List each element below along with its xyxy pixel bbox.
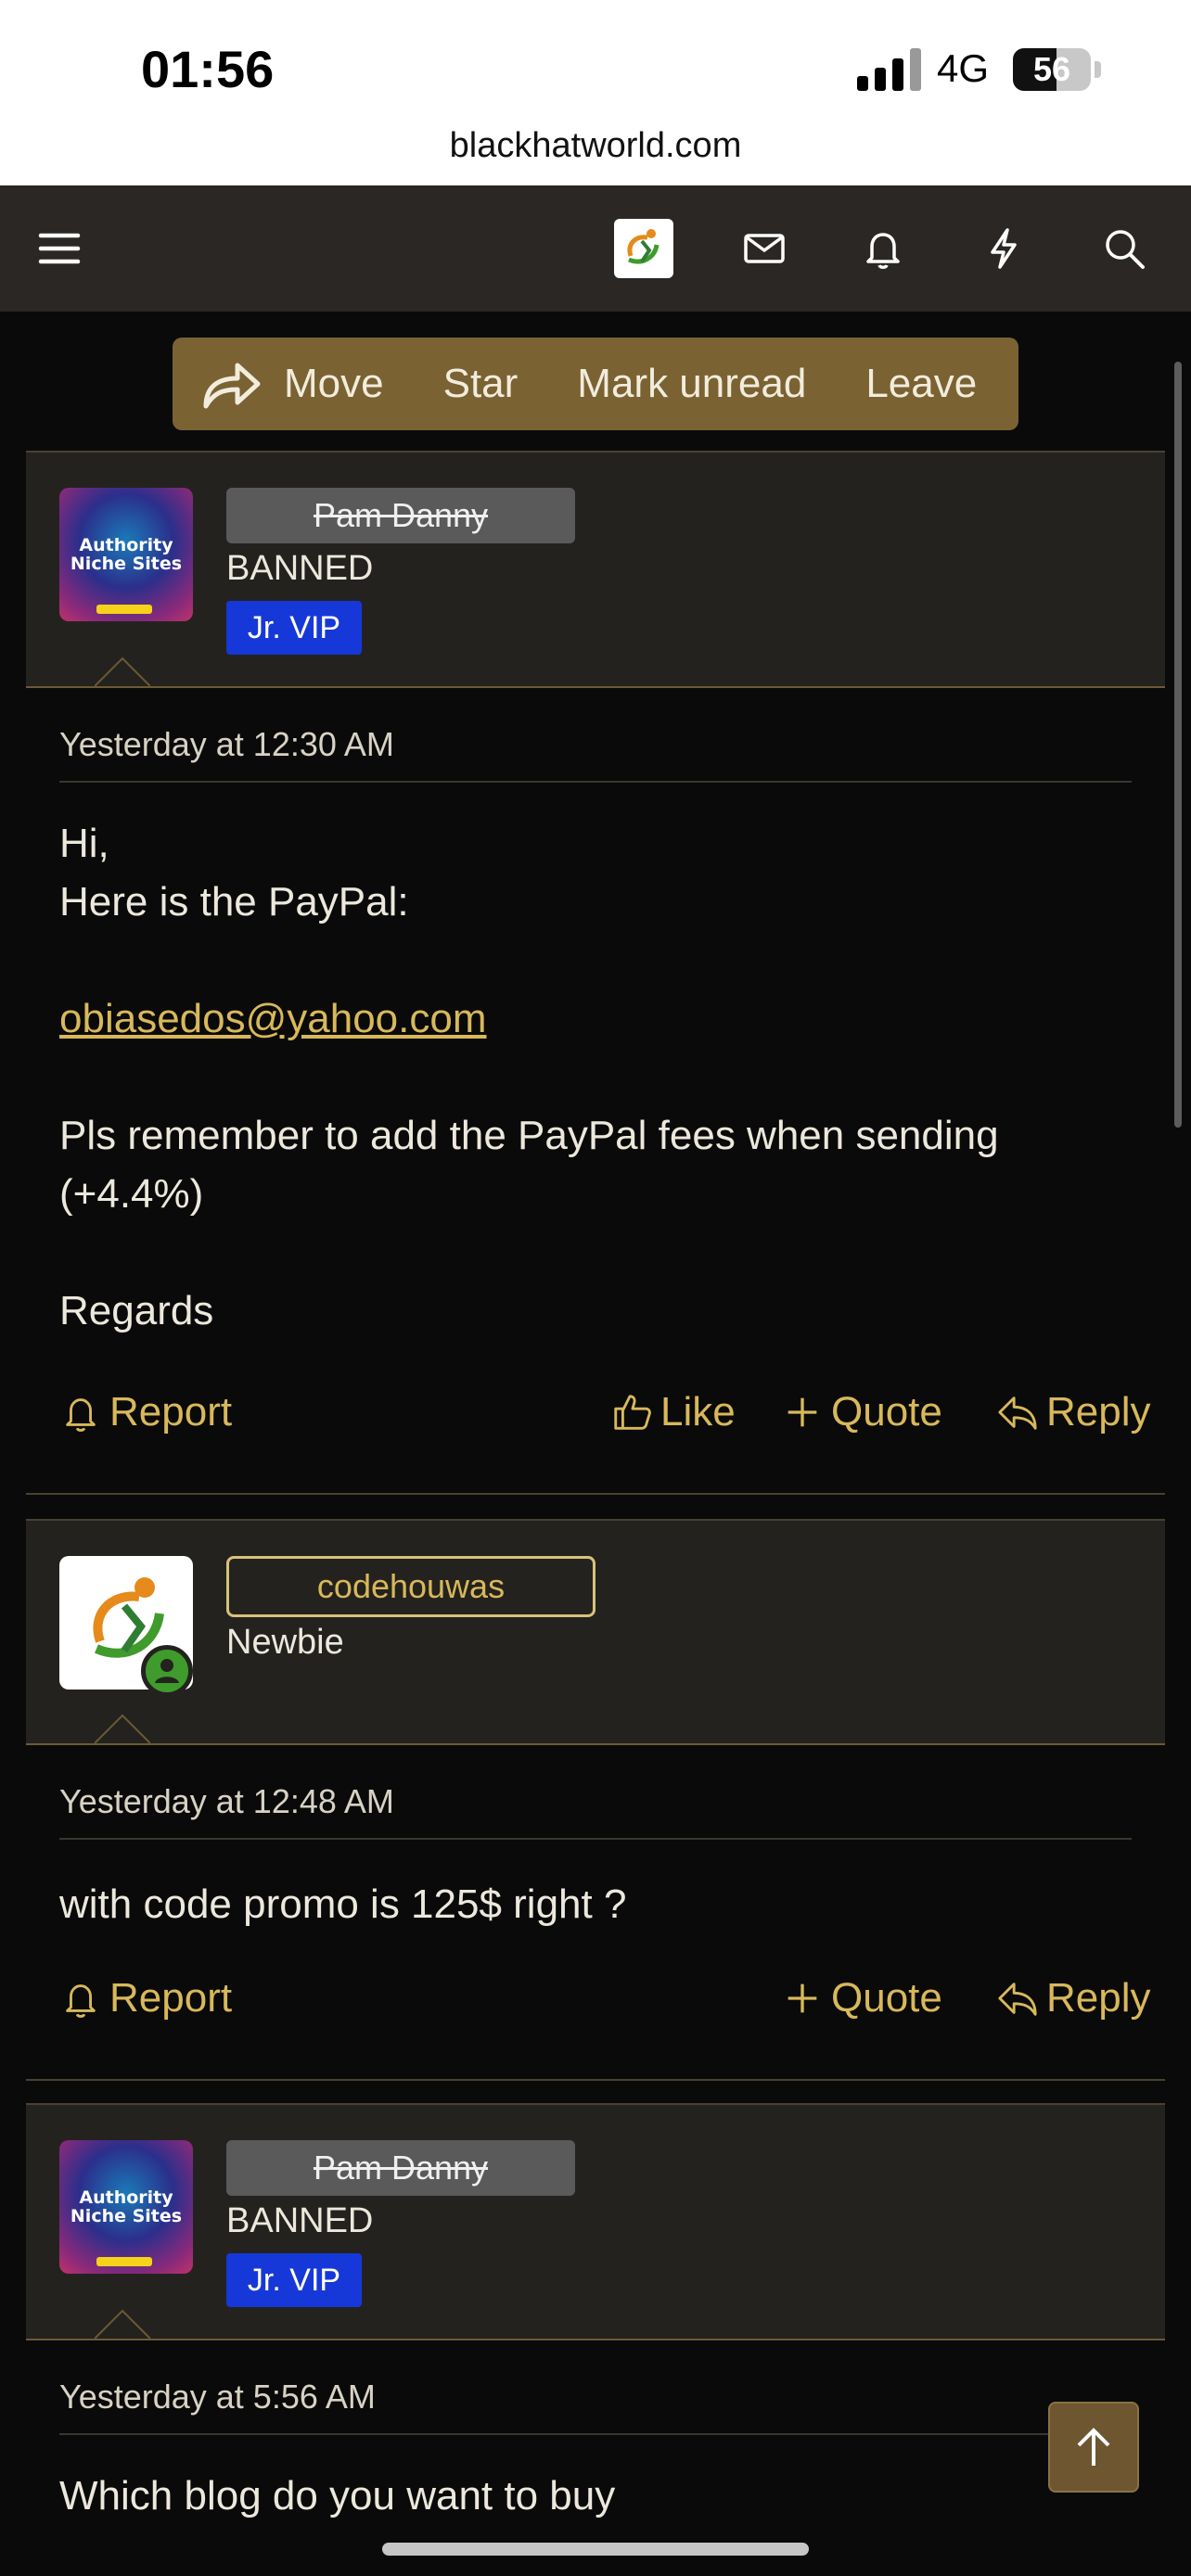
move-label: Move bbox=[284, 361, 384, 406]
post-text: Here is the PayPal: bbox=[59, 879, 409, 925]
move-button[interactable]: Move bbox=[200, 338, 384, 430]
post-text: Which blog do you want to buy bbox=[59, 2473, 616, 2519]
post-text: Regards bbox=[59, 1288, 214, 1333]
caret-icon bbox=[95, 657, 150, 686]
post-text: Pls remember to add the PayPal fees when… bbox=[59, 1113, 999, 1158]
divider bbox=[59, 1838, 1132, 1840]
username[interactable]: Pam Danny bbox=[226, 2140, 575, 2196]
user-title: BANNED bbox=[226, 549, 374, 588]
divider bbox=[59, 2433, 1132, 2435]
plus-icon bbox=[788, 1983, 817, 2013]
avatar[interactable]: Authority Niche Sites bbox=[59, 488, 193, 621]
bell-icon[interactable] bbox=[853, 219, 913, 278]
post-text: Hi, bbox=[59, 821, 109, 866]
username[interactable]: codehouwas bbox=[226, 1556, 596, 1617]
battery-icon: 56 bbox=[1013, 48, 1102, 91]
caret-icon bbox=[95, 1714, 150, 1743]
post-actions: Report Like Quote Reply bbox=[59, 1389, 1151, 1445]
post-header: Authority Niche Sites Pam Danny BANNED J… bbox=[26, 2103, 1165, 2340]
mark-unread-button[interactable]: Mark unread bbox=[577, 338, 806, 430]
quote-label: Quote bbox=[831, 1389, 942, 1435]
avatar[interactable]: Authority Niche Sites bbox=[59, 2140, 193, 2274]
post-body: with code promo is 125$ right ? bbox=[59, 1875, 1132, 1933]
share-arrow-icon bbox=[203, 363, 261, 409]
lightning-icon[interactable] bbox=[974, 219, 1033, 278]
like-label: Like bbox=[660, 1389, 736, 1435]
mail-icon[interactable] bbox=[735, 219, 794, 278]
bell-icon bbox=[66, 1398, 96, 1432]
like-button[interactable]: Like bbox=[610, 1389, 736, 1435]
scrollbar[interactable] bbox=[1174, 362, 1182, 1128]
plus-icon bbox=[788, 1397, 817, 1427]
divider bbox=[26, 1493, 1165, 1495]
scroll-to-top-button[interactable] bbox=[1048, 2402, 1139, 2493]
reply-icon bbox=[998, 1396, 1037, 1430]
username[interactable]: Pam Danny bbox=[226, 488, 575, 543]
divider bbox=[26, 2079, 1165, 2081]
user-badge: Jr. VIP bbox=[226, 2253, 362, 2307]
post-date[interactable]: Yesterday at 5:56 AM bbox=[59, 2378, 376, 2417]
quote-button[interactable]: Quote bbox=[781, 1975, 942, 2021]
leave-label: Leave bbox=[865, 361, 978, 406]
reply-icon bbox=[998, 1983, 1037, 2016]
caret-icon bbox=[95, 2309, 150, 2339]
reply-button[interactable]: Reply bbox=[996, 1975, 1151, 2021]
star-label: Star bbox=[442, 361, 519, 406]
post-actions: Report Quote Reply bbox=[59, 1975, 1151, 2031]
status-time: 01:56 bbox=[141, 40, 275, 98]
post-body: Which blog do you want to buy bbox=[59, 2467, 1132, 2525]
home-indicator[interactable] bbox=[382, 2543, 809, 2556]
quote-button[interactable]: Quote bbox=[781, 1389, 942, 1435]
menu-icon[interactable] bbox=[30, 219, 89, 278]
post-text: (+4.4%) bbox=[59, 1171, 204, 1217]
report-label: Report bbox=[109, 1389, 233, 1435]
leave-button[interactable]: Leave bbox=[865, 338, 977, 430]
reply-label: Reply bbox=[1046, 1389, 1151, 1435]
divider bbox=[59, 781, 1132, 783]
post-date[interactable]: Yesterday at 12:48 AM bbox=[59, 1782, 394, 1821]
reply-button[interactable]: Reply bbox=[996, 1389, 1151, 1435]
post-body: Hi, Here is the PayPal: obiasedos@yahoo.… bbox=[59, 814, 1132, 1340]
post-text: with code promo is 125$ right ? bbox=[59, 1881, 627, 1927]
reply-label: Reply bbox=[1046, 1975, 1151, 2021]
report-button[interactable]: Report bbox=[59, 1389, 232, 1435]
thumbs-up-icon bbox=[614, 1395, 651, 1430]
quote-label: Quote bbox=[831, 1975, 942, 2021]
user-title: Newbie bbox=[226, 1623, 344, 1662]
report-label: Report bbox=[109, 1975, 233, 2021]
online-status-icon bbox=[141, 1645, 193, 1697]
user-badge: Jr. VIP bbox=[226, 601, 362, 655]
post: codehouwas Newbie Yesterday at 12:48 AM … bbox=[26, 1519, 1165, 2081]
avatar-text: Authority Niche Sites bbox=[70, 535, 183, 574]
bell-icon bbox=[66, 1984, 96, 2018]
post: Authority Niche Sites Pam Danny BANNED J… bbox=[26, 2103, 1165, 2576]
report-button[interactable]: Report bbox=[59, 1975, 232, 2021]
thread-action-bar: Move Star Mark unread Leave bbox=[173, 338, 1018, 430]
search-icon[interactable] bbox=[1095, 219, 1154, 278]
post-header: Authority Niche Sites Pam Danny BANNED J… bbox=[26, 451, 1165, 688]
site-logo-icon[interactable] bbox=[614, 219, 673, 278]
arrow-up-icon bbox=[1077, 2428, 1110, 2466]
email-link[interactable]: obiasedos@yahoo.com bbox=[59, 996, 487, 1041]
avatar-text: Authority Niche Sites bbox=[70, 2187, 183, 2226]
user-title: BANNED bbox=[226, 2201, 374, 2240]
post-date[interactable]: Yesterday at 12:30 AM bbox=[59, 725, 394, 764]
mark-unread-label: Mark unread bbox=[577, 361, 807, 406]
network-type: 4G bbox=[937, 46, 990, 90]
battery-level: 56 bbox=[1032, 50, 1071, 88]
signal-icon bbox=[857, 48, 921, 91]
post: Authority Niche Sites Pam Danny BANNED J… bbox=[26, 451, 1165, 1495]
star-button[interactable]: Star bbox=[443, 338, 519, 430]
browser-url[interactable]: blackhatworld.com bbox=[0, 126, 1191, 166]
post-header: codehouwas Newbie bbox=[26, 1519, 1165, 1745]
status-bar: 01:56 4G 56 blackhatworld.com bbox=[0, 0, 1191, 185]
